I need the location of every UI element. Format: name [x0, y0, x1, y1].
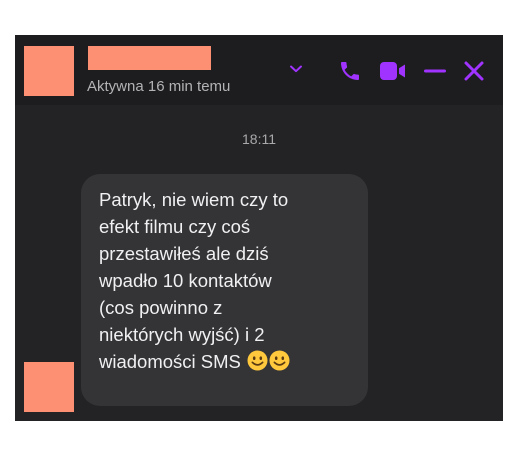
message-body: Patryk, nie wiem czy to efekt filmu czy …	[99, 189, 289, 372]
video-camera-icon[interactable]	[379, 60, 407, 82]
message-timestamp: 18:11	[242, 131, 276, 147]
active-status: Aktywna 16 min temu	[87, 78, 231, 95]
avatar[interactable]	[24, 46, 74, 96]
chevron-down-icon[interactable]	[289, 64, 303, 74]
phone-icon[interactable]	[338, 59, 362, 83]
chat-header: Aktywna 16 min temu	[15, 35, 503, 105]
close-icon[interactable]	[463, 60, 485, 82]
message-text: Patryk, nie wiem czy to efekt filmu czy …	[99, 186, 363, 375]
smiling-face-emoji-icon	[247, 350, 268, 371]
chat-window: Aktywna 16 min temu 18:11 Patryk, nie wi…	[15, 35, 503, 421]
minimize-icon[interactable]	[424, 68, 446, 74]
message-thread: 18:11 Patryk, nie wiem czy to efekt film…	[15, 105, 503, 421]
message-bubble[interactable]: Patryk, nie wiem czy to efekt filmu czy …	[81, 174, 368, 406]
sender-avatar[interactable]	[24, 362, 74, 412]
contact-name-redacted[interactable]	[88, 46, 211, 70]
smiling-face-emoji-icon	[269, 350, 290, 371]
